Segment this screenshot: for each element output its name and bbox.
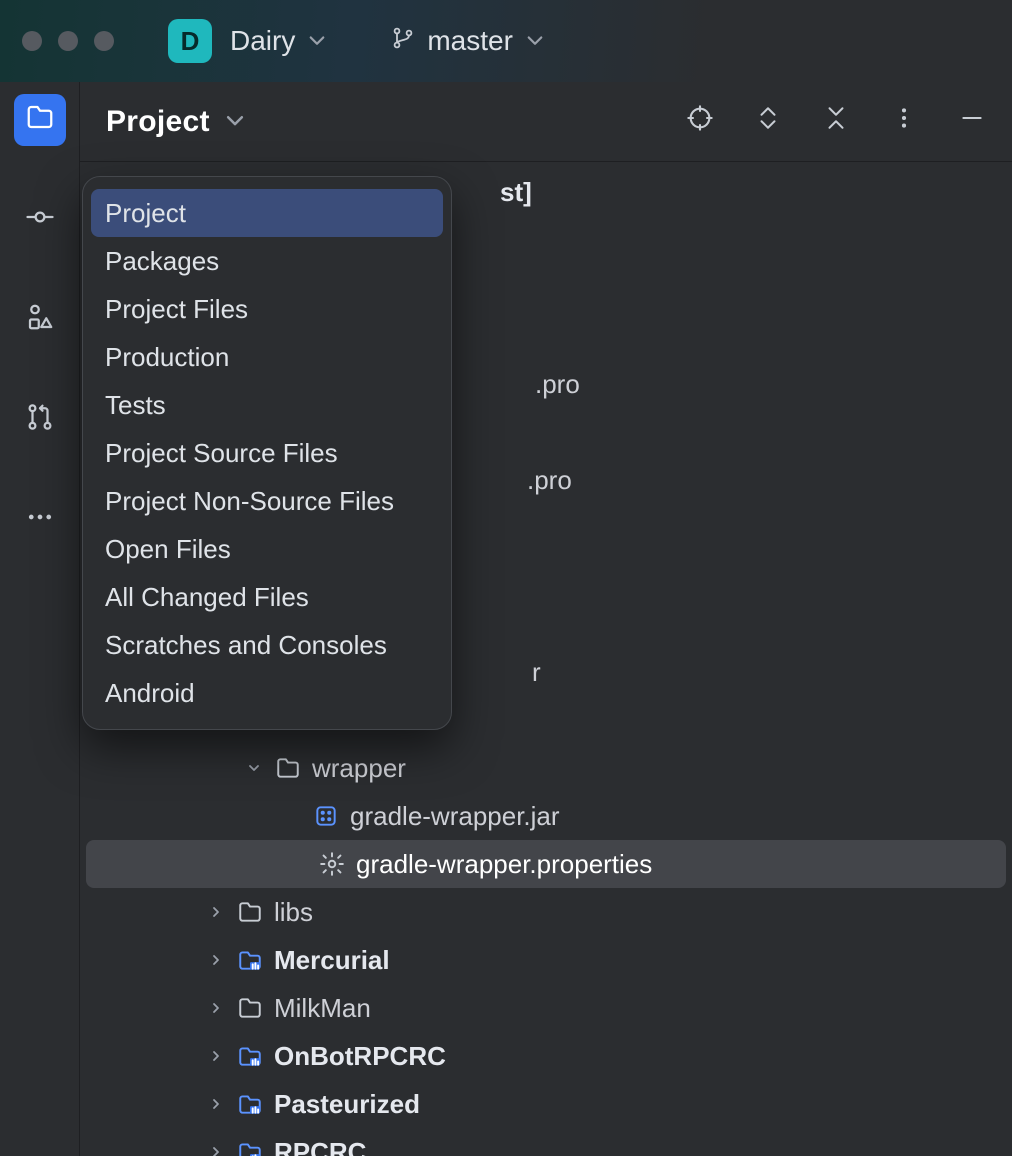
view-menu-item[interactable]: Scratches and Consoles — [91, 621, 443, 669]
collapse-all-icon — [823, 105, 849, 138]
project-panel-header: Project — [80, 82, 1012, 162]
tree-row-label: MilkMan — [274, 993, 371, 1024]
tree-row-label: Mercurial — [274, 945, 390, 976]
structure-tool-button[interactable] — [14, 294, 66, 346]
project-panel-title: Project — [106, 105, 210, 139]
view-menu-item[interactable]: Open Files — [91, 525, 443, 573]
tree-row-label: libs — [274, 897, 313, 928]
tree-fragment-label: .pro — [535, 369, 580, 400]
tree-row[interactable]: MilkMan — [80, 984, 1012, 1032]
project-dropdown[interactable]: Dairy — [230, 25, 327, 57]
chevron-down-icon — [307, 25, 327, 57]
tree-row-label: Pasteurized — [274, 1089, 420, 1120]
git-pull-request-icon — [25, 402, 55, 439]
tree-fragment-label: st] — [500, 177, 532, 208]
tree-row[interactable]: libs — [80, 888, 1012, 936]
collapse-all-button[interactable] — [820, 106, 852, 138]
module-icon — [236, 1091, 264, 1117]
view-menu-item[interactable]: Project Non-Source Files — [91, 477, 443, 525]
tree-row[interactable]: RPCRC — [80, 1128, 1012, 1156]
window-minimize-dot[interactable] — [58, 31, 78, 51]
tree-row-label: OnBotRPCRC — [274, 1041, 446, 1072]
tree-twisty-icon[interactable] — [206, 1000, 226, 1016]
view-menu-item[interactable]: All Changed Files — [91, 573, 443, 621]
project-name-label: Dairy — [230, 25, 295, 57]
gear-icon — [318, 851, 346, 877]
git-branch-dropdown[interactable]: master — [391, 25, 545, 57]
project-view-menu[interactable]: ProjectPackagesProject FilesProductionTe… — [82, 176, 452, 730]
folder-icon — [25, 102, 55, 139]
select-opened-file-button[interactable] — [684, 106, 716, 138]
jar-icon — [312, 803, 340, 829]
project-tool-button[interactable] — [14, 94, 66, 146]
module-icon — [236, 1043, 264, 1069]
tree-row[interactable]: gradle-wrapper.jar — [80, 792, 1012, 840]
git-commit-icon — [25, 202, 55, 239]
more-tools-button[interactable] — [14, 494, 66, 546]
more-horizontal-icon — [25, 502, 55, 539]
tree-twisty-icon[interactable] — [206, 1144, 226, 1156]
panel-options-button[interactable] — [888, 106, 920, 138]
pull-requests-tool-button[interactable] — [14, 394, 66, 446]
chevron-down-icon — [224, 105, 246, 139]
git-branch-label: master — [427, 25, 513, 57]
project-panel-actions — [684, 106, 988, 138]
tree-row[interactable]: wrapper — [80, 744, 1012, 792]
window-titlebar: D Dairy master — [0, 0, 1012, 82]
minimize-icon — [959, 105, 985, 138]
module-icon — [236, 947, 264, 973]
project-badge: D — [168, 19, 212, 63]
tree-row[interactable]: Pasteurized — [80, 1080, 1012, 1128]
folder-icon — [236, 995, 264, 1021]
tree-row-label: gradle-wrapper.properties — [356, 849, 652, 880]
tree-twisty-icon[interactable] — [206, 904, 226, 920]
window-controls — [22, 31, 114, 51]
window-close-dot[interactable] — [22, 31, 42, 51]
chevron-down-icon — [525, 25, 545, 57]
window-zoom-dot[interactable] — [94, 31, 114, 51]
view-menu-item[interactable]: Packages — [91, 237, 443, 285]
tree-twisty-icon[interactable] — [244, 760, 264, 776]
tree-row-label: RPCRC — [274, 1137, 366, 1156]
view-menu-item[interactable]: Android — [91, 669, 443, 717]
hide-panel-button[interactable] — [956, 106, 988, 138]
tree-row-label: gradle-wrapper.jar — [350, 801, 560, 832]
view-menu-item[interactable]: Project Source Files — [91, 429, 443, 477]
view-menu-item[interactable]: Production — [91, 333, 443, 381]
left-toolwindow-bar — [0, 82, 80, 1156]
more-vertical-icon — [891, 105, 917, 138]
project-view-selector[interactable]: Project — [106, 105, 246, 139]
view-menu-item[interactable]: Tests — [91, 381, 443, 429]
tree-row[interactable]: Mercurial — [80, 936, 1012, 984]
folder-icon — [274, 755, 302, 781]
folder-icon — [236, 899, 264, 925]
tree-fragment-label: .pro — [527, 465, 572, 496]
crosshair-icon — [686, 104, 714, 139]
module-icon — [236, 1139, 264, 1156]
tree-row-label: wrapper — [312, 753, 406, 784]
expand-collapse-button[interactable] — [752, 106, 784, 138]
commit-tool-button[interactable] — [14, 194, 66, 246]
view-menu-item[interactable]: Project — [91, 189, 443, 237]
expand-collapse-icon — [755, 105, 781, 138]
tree-fragment-label: r — [532, 657, 541, 688]
git-branch-icon — [391, 25, 415, 57]
tree-row[interactable]: gradle-wrapper.properties — [86, 840, 1006, 888]
tree-twisty-icon[interactable] — [206, 952, 226, 968]
tree-row[interactable]: OnBotRPCRC — [80, 1032, 1012, 1080]
view-menu-item[interactable]: Project Files — [91, 285, 443, 333]
tree-twisty-icon[interactable] — [206, 1096, 226, 1112]
structure-icon — [25, 302, 55, 339]
tree-twisty-icon[interactable] — [206, 1048, 226, 1064]
